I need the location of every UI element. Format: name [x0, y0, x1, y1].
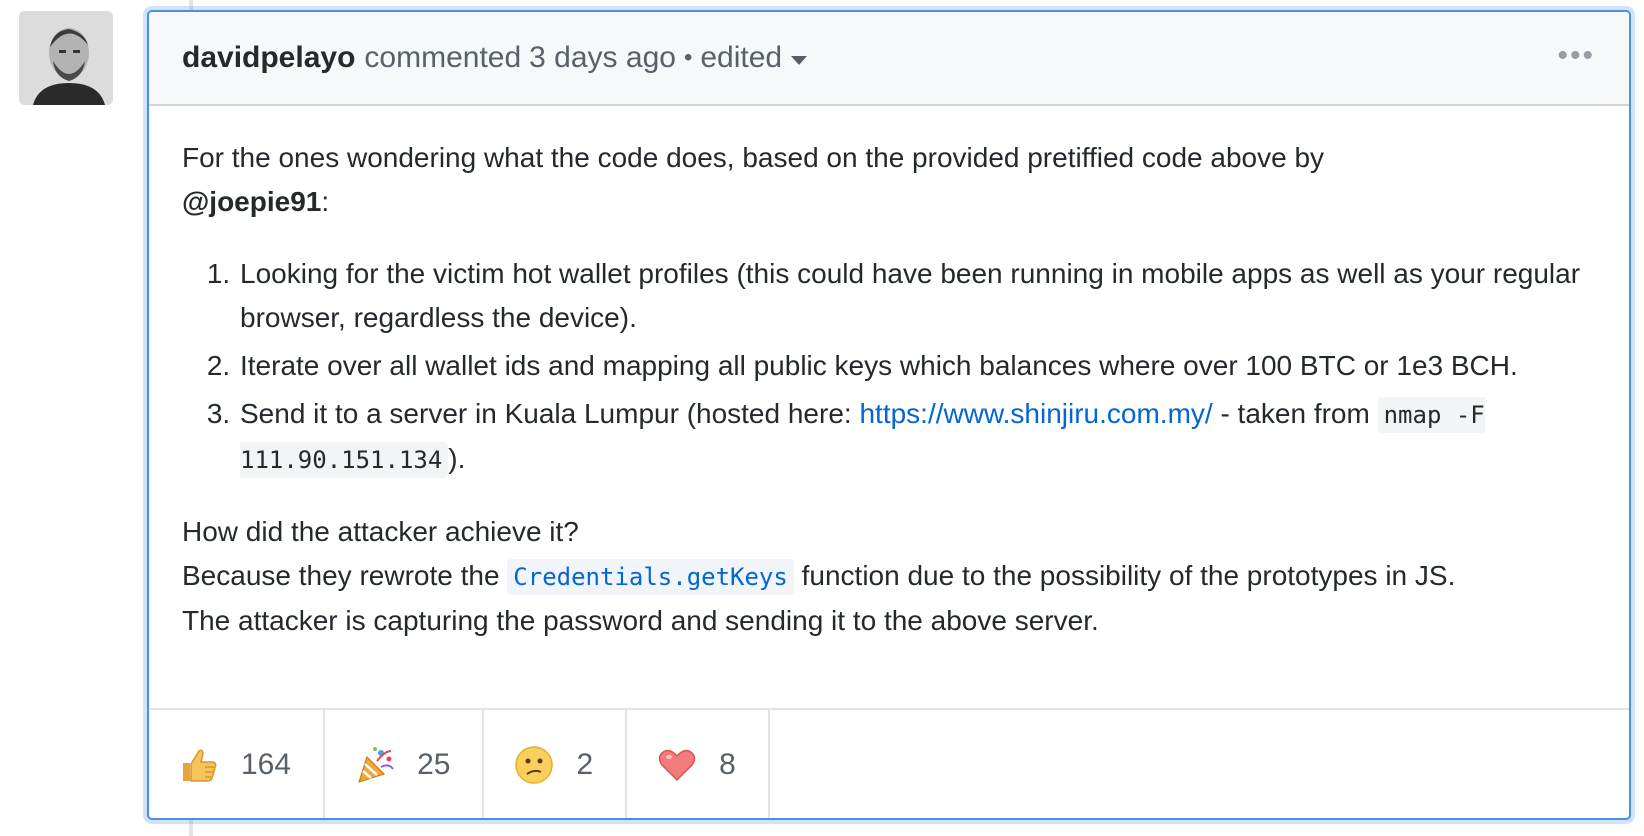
- question-text: How did the attacker achieve it?: [182, 516, 579, 547]
- list-item: Looking for the victim hot wallet profil…: [238, 252, 1582, 340]
- list-item: Send it to a server in Kuala Lumpur (hos…: [238, 392, 1582, 482]
- reaction-count: 8: [719, 748, 736, 781]
- reaction-party-popper[interactable]: 25: [325, 710, 485, 818]
- steps-list: Looking for the victim hot wallet profil…: [182, 252, 1582, 482]
- step-text: Looking for the victim hot wallet profil…: [240, 258, 1581, 333]
- edited-dropdown[interactable]: edited: [700, 41, 808, 75]
- avatar[interactable]: [19, 11, 113, 105]
- party-popper-icon: [353, 743, 397, 787]
- comment-body: For the ones wondering what the code doe…: [182, 136, 1582, 643]
- server-link[interactable]: https://www.shinjiru.com.my/: [859, 398, 1212, 429]
- intro-text: For the ones wondering what the code doe…: [182, 142, 1325, 173]
- intro-paragraph: For the ones wondering what the code doe…: [182, 136, 1582, 224]
- comment-author[interactable]: davidpelayo: [182, 41, 355, 75]
- step-text-after: ).: [448, 443, 466, 474]
- heart-icon: [655, 743, 699, 787]
- reactions-bar: 164 25 2 8: [149, 708, 1629, 818]
- user-mention[interactable]: @joepie91: [182, 186, 321, 217]
- answer-text-before: Because they rewrote the: [182, 560, 508, 591]
- confused-face-icon: [512, 743, 556, 787]
- comment-header: davidpelayo commented 3 days ago • edite…: [149, 12, 1629, 106]
- edited-label: edited: [700, 41, 783, 74]
- list-item: Iterate over all wallet ids and mapping …: [238, 344, 1582, 388]
- kebab-horizontal-icon[interactable]: •••: [1557, 41, 1595, 71]
- thumbs-up-icon: [177, 743, 221, 787]
- reaction-count: 25: [417, 748, 451, 781]
- step-text: Iterate over all wallet ids and mapping …: [240, 350, 1518, 381]
- comment-box: davidpelayo commented 3 days ago • edite…: [147, 10, 1631, 820]
- avatar-image: [19, 11, 113, 105]
- chevron-down-icon: [791, 55, 808, 65]
- comment-timestamp[interactable]: 3 days ago: [529, 41, 676, 75]
- header-separator: •: [683, 44, 693, 71]
- reaction-confused[interactable]: 2: [484, 710, 628, 818]
- reaction-thumbs-up[interactable]: 164: [149, 710, 326, 818]
- reaction-count: 2: [576, 748, 594, 781]
- reaction-count: 164: [241, 748, 292, 781]
- step-text-middle: - taken from: [1212, 398, 1378, 429]
- answer-text-after: function due to the possibility of the p…: [793, 560, 1456, 591]
- step-text-before: Send it to a server in Kuala Lumpur (hos…: [240, 398, 860, 429]
- credentials-code: Credentials.getKeys: [507, 559, 794, 595]
- reaction-heart[interactable]: 8: [627, 710, 770, 818]
- question-paragraph: How did the attacker achieve it? Because…: [182, 510, 1582, 643]
- intro-suffix: :: [321, 186, 330, 217]
- conclusion-text: The attacker is capturing the password a…: [182, 605, 1099, 636]
- comment-action: commented: [364, 41, 522, 74]
